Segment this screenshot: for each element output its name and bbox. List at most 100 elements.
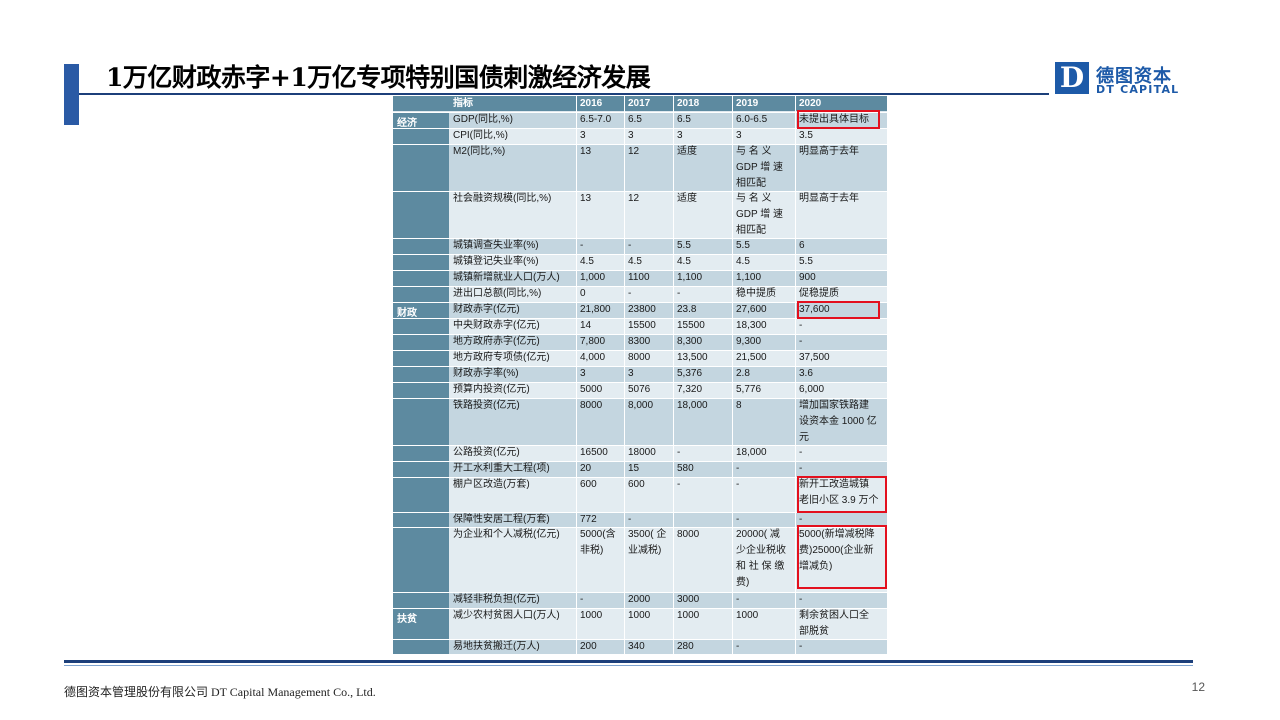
logo-mark: D	[1055, 62, 1089, 94]
column-divider	[576, 96, 577, 654]
table-header-cell: 2020	[799, 98, 822, 109]
table-cell: 21,500	[736, 352, 767, 363]
table-cell: 5.5	[736, 240, 750, 251]
table-cell: 5.5	[799, 256, 813, 267]
row-label: CPI(同比,%)	[453, 130, 508, 141]
table-cell: 8	[736, 400, 742, 411]
table-cell: 6.5	[628, 114, 642, 125]
slide-title: 1万亿财政赤字+1万亿专项特别国债刺激经济发展	[106, 63, 651, 92]
table-cell: 20000( 减 少企业税收 和 社 保 缴 费)	[736, 529, 786, 588]
row-divider	[393, 334, 887, 335]
table-cell: 600	[628, 479, 645, 490]
table-cell: -	[799, 641, 803, 652]
table-cell: 13,500	[677, 352, 708, 363]
table-cell: 13	[580, 193, 592, 204]
title-accent-bar	[64, 64, 79, 125]
table-cell: 600	[580, 479, 597, 490]
highlight-box	[797, 110, 880, 129]
table-cell: 8,000	[628, 400, 654, 411]
table-row: 城镇调查失业率(%) - - 5.5 5.5 6	[393, 238, 887, 254]
table-cell: 4.5	[628, 256, 642, 267]
row-label: 进出口总额(同比,%)	[453, 288, 542, 299]
column-divider	[795, 96, 796, 654]
row-divider	[393, 592, 887, 593]
table-cell: 3	[736, 130, 742, 141]
table-cell: 1000	[736, 610, 759, 621]
table-cell: -	[736, 594, 740, 605]
category-cell	[393, 302, 449, 608]
table-cell: -	[799, 463, 803, 474]
table-cell: -	[736, 463, 740, 474]
row-label: 公路投资(亿元)	[453, 447, 520, 458]
table-cell: 21,800	[580, 304, 611, 315]
table-cell: 1100	[628, 272, 650, 283]
footer-divider-thin	[64, 665, 1193, 666]
policy-indicators-table: 指标 2016 2017 2018 2019 2020 GDP(同比,%) 6.5-7.0 6.…	[393, 96, 887, 654]
table-cell: -	[677, 479, 681, 490]
row-label: 财政赤字率(%)	[453, 368, 519, 379]
table-row: 城镇登记失业率(%) 4.5 4.5 4.5 4.5 5.5	[393, 254, 887, 270]
table-cell: -	[736, 479, 740, 490]
table-cell: 18,300	[736, 320, 767, 331]
row-label: 减轻非税负担(亿元)	[453, 594, 540, 605]
table-cell: 6.5-7.0	[580, 114, 612, 125]
table-cell: 200	[580, 641, 597, 652]
table-cell: 1,100	[736, 272, 762, 283]
row-divider	[393, 254, 887, 255]
row-divider	[393, 191, 887, 192]
table-header-cell: 2017	[628, 98, 651, 109]
table-cell: 1000	[580, 610, 603, 621]
table-cell: 12	[628, 193, 640, 204]
category-label: 经济	[397, 118, 417, 129]
table-cell: 1000	[628, 610, 651, 621]
table-cell: 8300	[628, 336, 651, 347]
table-row: 财政赤字率(%) 3 3 5,376 2.8 3.6	[393, 366, 887, 382]
table-cell: -	[628, 240, 632, 251]
table-cell: 1,000	[580, 272, 606, 283]
table-cell: 20	[580, 463, 592, 474]
table-row: 预算内投资(亿元) 5000 5076 7,320 5,776 6,000	[393, 382, 887, 398]
table-cell: 3500( 企 业减税)	[628, 529, 667, 556]
table-cell: -	[677, 288, 681, 299]
row-label: GDP(同比,%)	[453, 114, 513, 125]
table-cell: 18,000	[736, 447, 767, 458]
table-cell: 4.5	[580, 256, 594, 267]
table-cell: 1000	[677, 610, 700, 621]
category-label: 财政	[397, 308, 417, 319]
table-row: 开工水利重大工程(项) 20 15 580 - -	[393, 461, 887, 477]
category-label: 扶贫	[397, 614, 417, 625]
table-cell: 6.5	[677, 114, 691, 125]
row-divider	[393, 398, 887, 399]
row-divider	[393, 238, 887, 239]
table-cell: 16500	[580, 447, 608, 458]
table-cell: 明显高于去年	[799, 146, 859, 157]
row-label: 棚户区改造(万套)	[453, 479, 530, 490]
table-cell: 15	[628, 463, 640, 474]
table-cell: -	[628, 514, 632, 525]
table-row: 进出口总额(同比,%) 0 - - 稳中提质 促稳提质	[393, 286, 887, 302]
highlight-box	[797, 301, 880, 319]
table-cell: 3	[628, 368, 634, 379]
table-cell: 9,300	[736, 336, 762, 347]
table-cell: 23800	[628, 304, 656, 315]
table-row: 公路投资(亿元) 16500 18000 - 18,000 -	[393, 445, 887, 461]
table-cell: 明显高于去年	[799, 193, 859, 204]
table-cell: 13	[580, 146, 592, 157]
table-cell: 增加国家铁路建 设资本金 1000 亿 元	[799, 400, 877, 443]
category-cell	[393, 112, 449, 302]
table-header-cell: 2016	[580, 98, 603, 109]
table-header-cell: 2018	[677, 98, 700, 109]
table-row: 中央财政赤字(亿元) 14 15500 15500 18,300 -	[393, 318, 887, 334]
table-cell: 6	[799, 240, 805, 251]
table-cell: 与 名 义 GDP 增 速 相匹配	[736, 146, 784, 189]
footer-company: 德图资本管理股份有限公司 DT Capital Management Co., …	[64, 685, 376, 699]
table-cell: 12	[628, 146, 640, 157]
table-cell: 3	[580, 130, 586, 141]
logo-name-en: DT CAPITAL	[1096, 83, 1180, 96]
table-cell: 7,320	[677, 384, 703, 395]
row-label: 预算内投资(亿元)	[453, 384, 530, 395]
row-label: 中央财政赤字(亿元)	[453, 320, 540, 331]
table-cell: 3.5	[799, 130, 813, 141]
row-divider	[393, 608, 887, 609]
table-cell: 3000	[677, 594, 700, 605]
